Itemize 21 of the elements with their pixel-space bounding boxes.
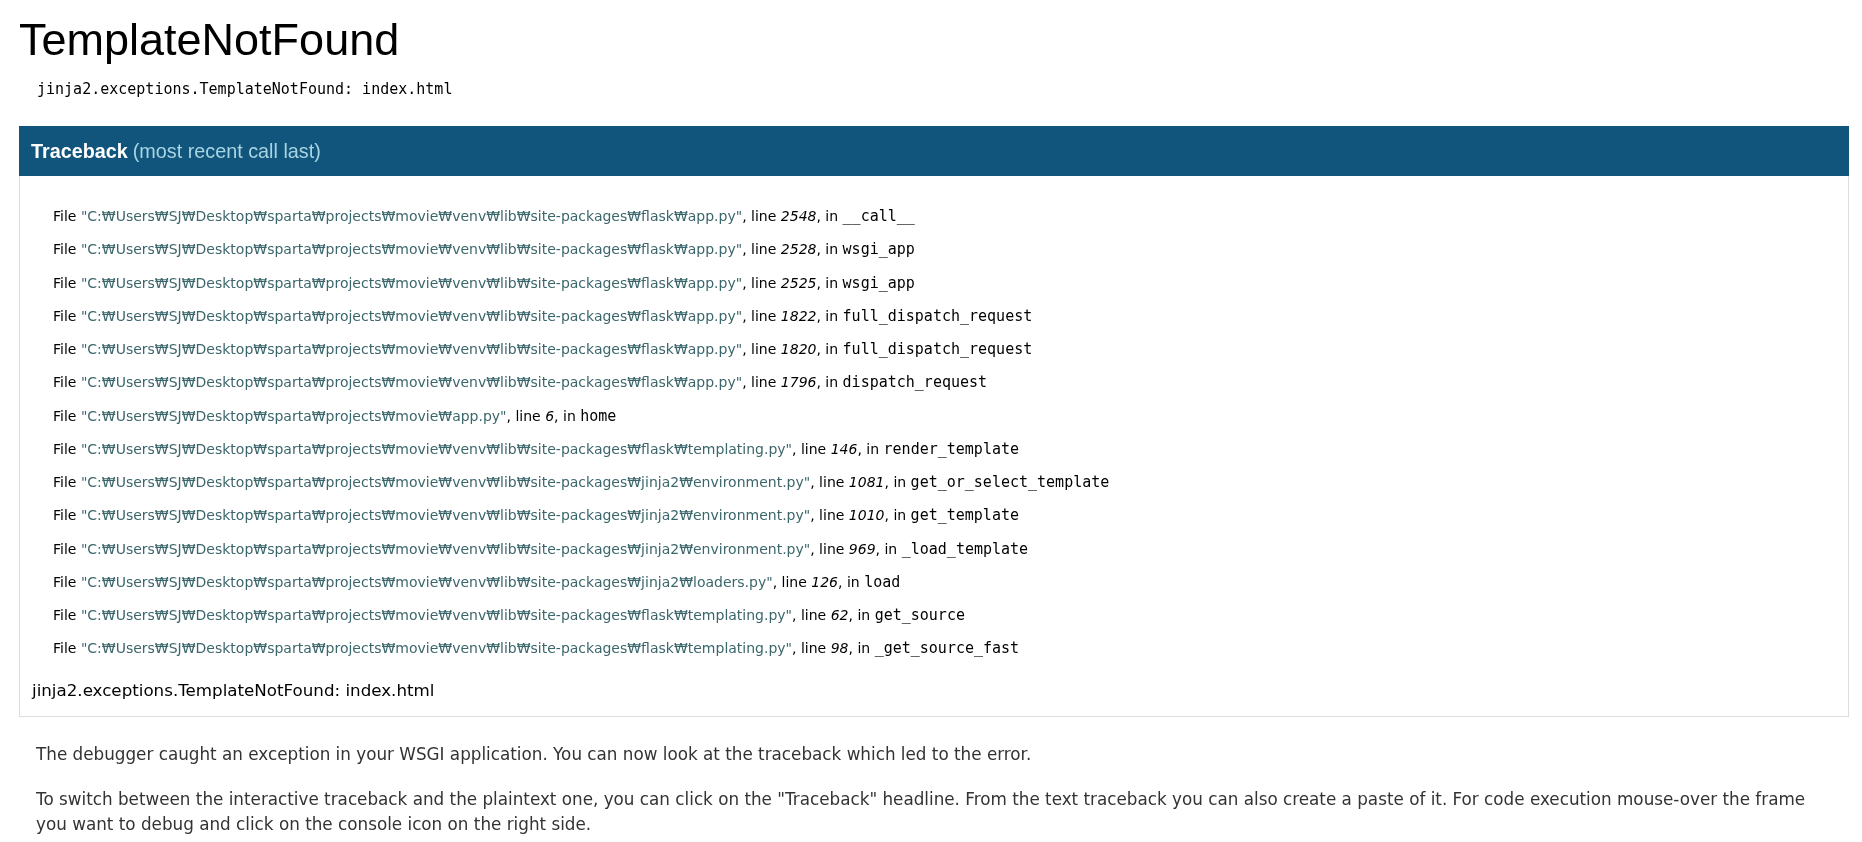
- traceback-frame-line: File "C:₩Users₩SJ₩Desktop₩sparta₩projects₩movie₩venv₩lib₩site-packages₩flask₩app.py", line 1820, in full_dispatch_request: [53, 339, 1033, 359]
- traceback-frame-line: File "C:₩Users₩SJ₩Desktop₩sparta₩projects₩movie₩venv₩lib₩site-packages₩jinja2₩environment.py", line 1010, in get_template: [53, 505, 1019, 526]
- exception-text: jinja2.exceptions.TemplateNotFound: index.html: [32, 679, 435, 702]
- traceback-frame-line: File "C:₩Users₩SJ₩Desktop₩sparta₩projects₩movie₩venv₩lib₩site-packages₩flask₩templating.py", line 98, in _get_source_fast: [53, 638, 1020, 659]
- traceback-frame-line: File "C:₩Users₩SJ₩Desktop₩sparta₩projects₩movie₩venv₩lib₩site-packages₩flask₩app.py", line 2525, in wsgi_app: [53, 272, 915, 293]
- traceback-frame-line: File "C:₩Users₩SJ₩Desktop₩sparta₩projects₩movie₩venv₩lib₩site-packages₩flask₩app.py", line 2548, in __call__: [53, 206, 915, 226]
- traceback-frame-line: File "C:₩Users₩SJ₩Desktop₩sparta₩projects₩movie₩venv₩lib₩site-packages₩flask₩app.py", line 2528, in wsgi_app: [53, 239, 915, 260]
- error-message: jinja2.exceptions.TemplateNotFound: index.html: [37, 79, 453, 99]
- traceback-heading-note: (most recent call last): [132, 139, 321, 163]
- traceback-frame-line: File "C:₩Users₩SJ₩Desktop₩sparta₩projects₩movie₩venv₩lib₩site-packages₩flask₩app.py", line 1822, in full_dispatch_request: [53, 305, 1033, 326]
- traceback-frame-line: File "C:₩Users₩SJ₩Desktop₩sparta₩projects₩movie₩venv₩lib₩site-packages₩jinja2₩loaders.py", line 126, in load: [53, 571, 901, 592]
- explanation-paragraph: The debugger caught an exception in your WSGI application. You can now look at the traceback which led to the error.: [36, 743, 1033, 767]
- traceback-frame-line: File "C:₩Users₩SJ₩Desktop₩sparta₩projects₩movie₩venv₩lib₩site-packages₩flask₩templating.py", line 62, in get_source: [53, 605, 965, 625]
- traceback-frame-line: File "C:₩Users₩SJ₩Desktop₩sparta₩projects₩movie₩venv₩lib₩site-packages₩jinja2₩environment.py", line 969, in _load_template: [53, 538, 1029, 559]
- traceback-frame-line: File "C:₩Users₩SJ₩Desktop₩sparta₩projects₩movie₩venv₩lib₩site-packages₩jinja2₩environment.py", line 1081, in get_or_select_template: [53, 472, 1110, 492]
- traceback-frame-line: File "C:₩Users₩SJ₩Desktop₩sparta₩projects₩movie₩venv₩lib₩site-packages₩flask₩templating.py", line 146, in render_template: [53, 438, 1019, 459]
- traceback-frame-line: File "C:₩Users₩SJ₩Desktop₩sparta₩projects₩movie₩venv₩lib₩site-packages₩flask₩app.py", line 1796, in dispatch_request: [53, 372, 988, 393]
- error-title: TemplateNotFound: [19, 14, 400, 66]
- explanation-paragraph: To switch between the interactive traceback and the plaintext one, you can click on the "Traceback" headline. From the text traceback you can also create a paste of it. For code execution mouse-over the frame you want to debug and click on the console icon on the right side.: [36, 788, 1807, 837]
- traceback-frame-line: File "C:₩Users₩SJ₩Desktop₩sparta₩projects₩movie₩app.py", line 6, in home: [53, 405, 617, 426]
- traceback-heading[interactable]: Traceback: [31, 139, 128, 163]
